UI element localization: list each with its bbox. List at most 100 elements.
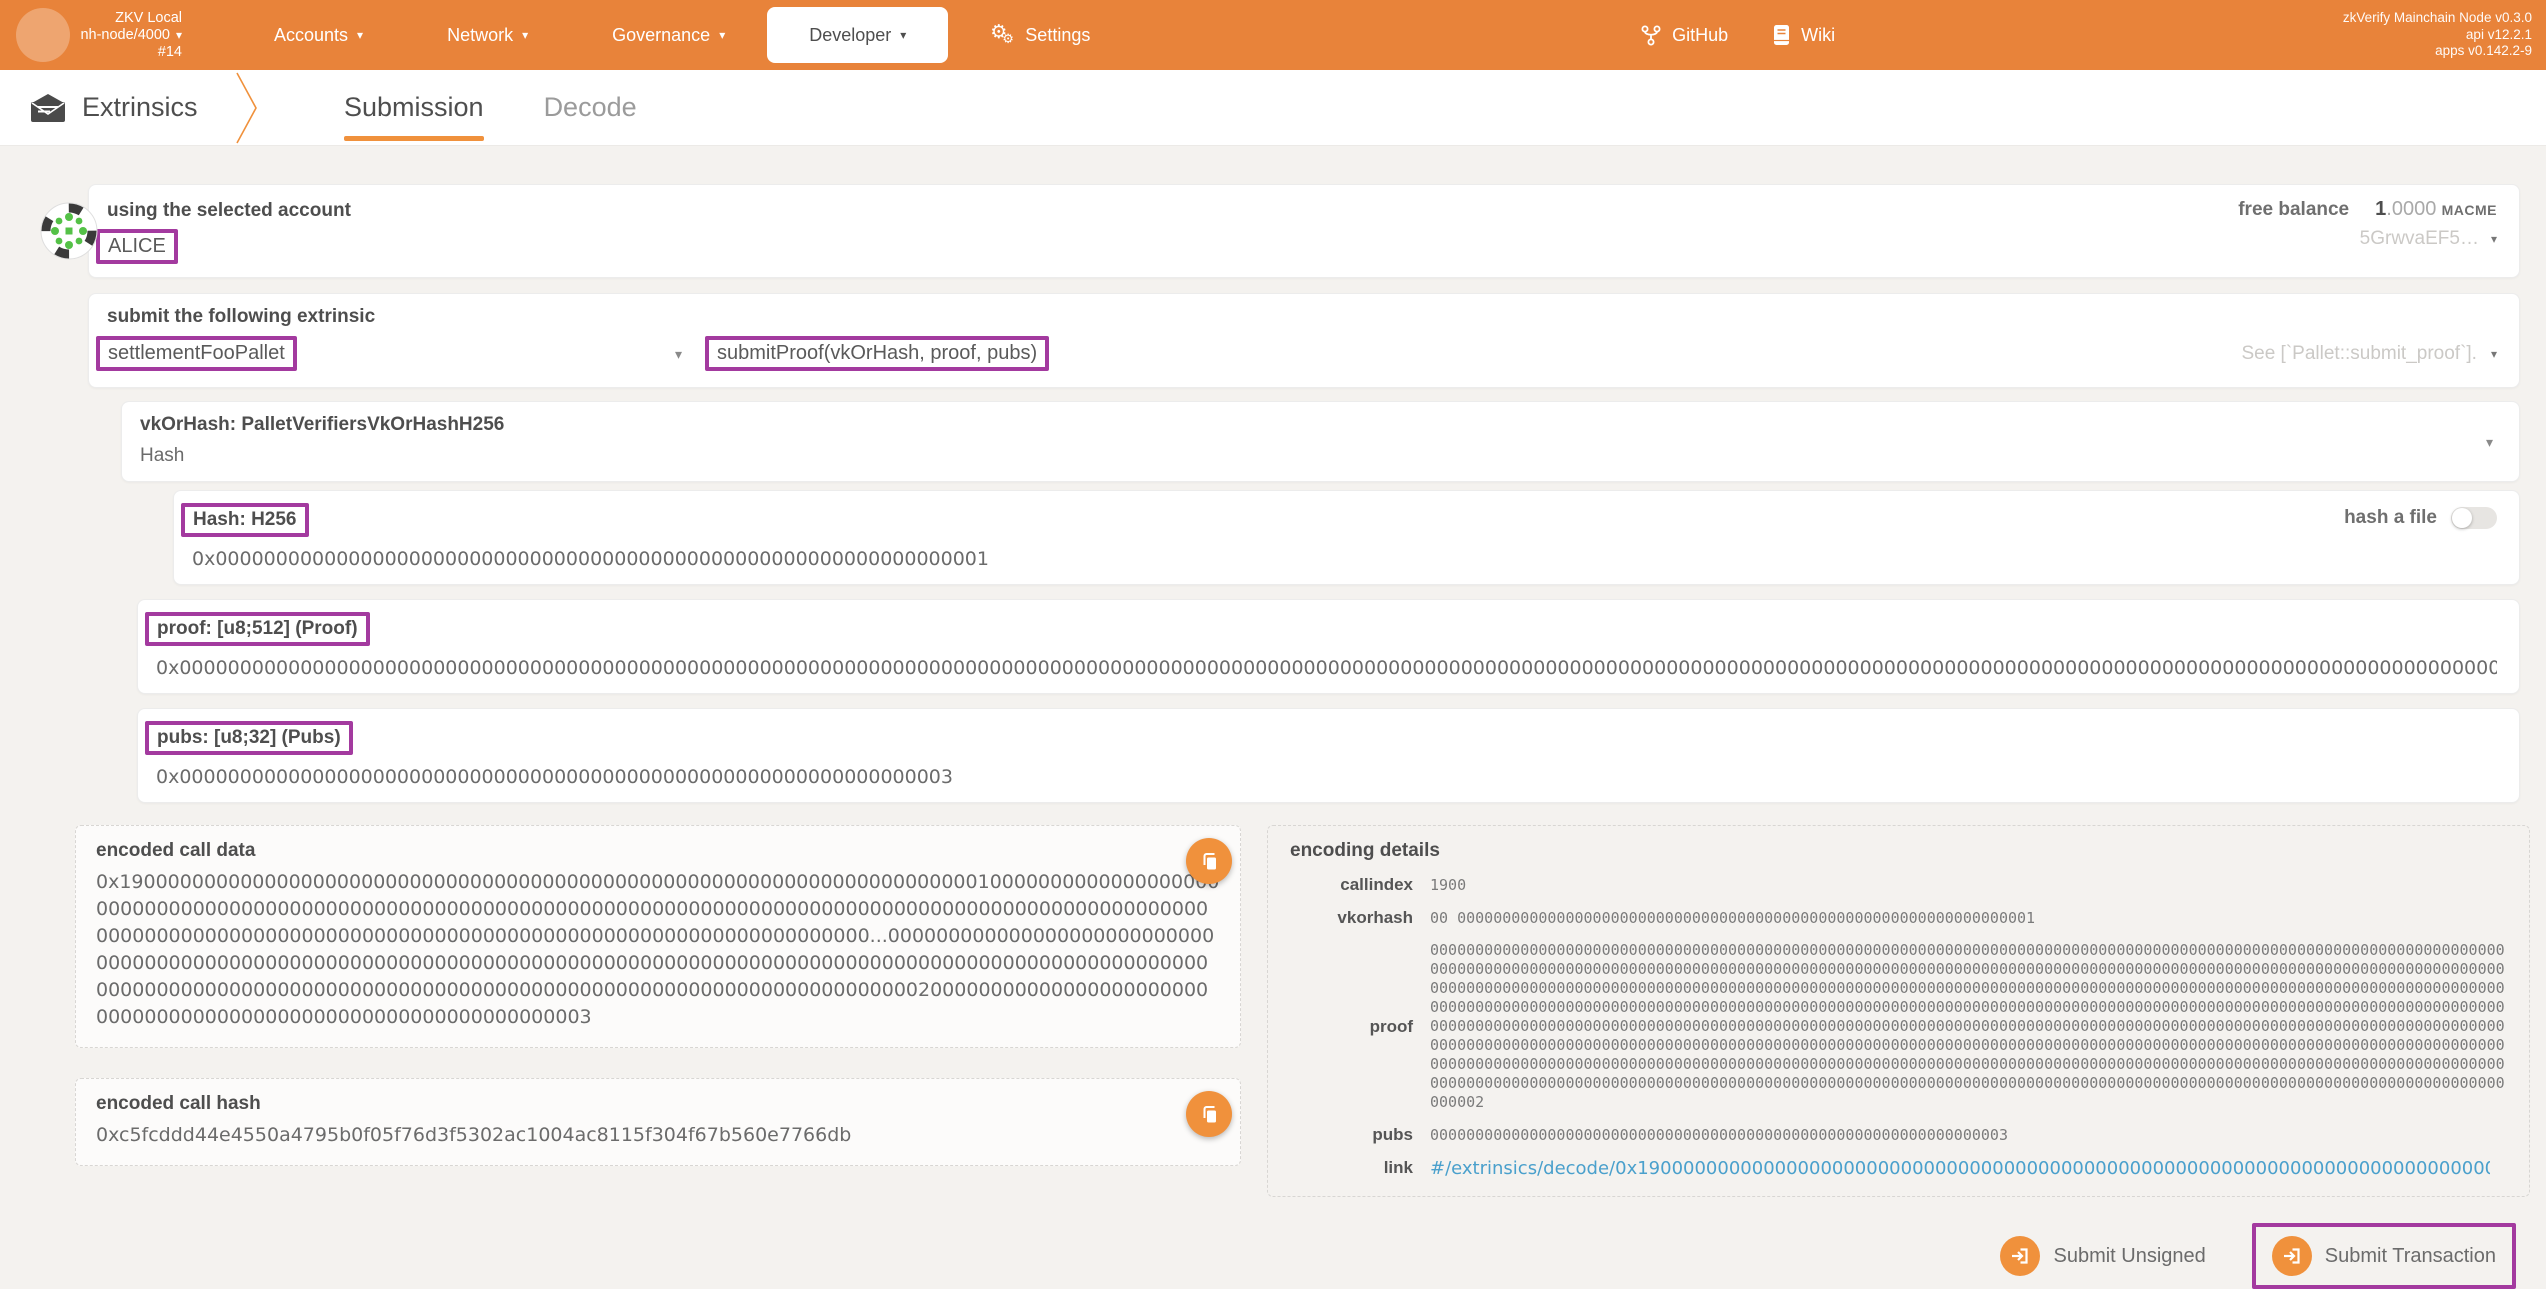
encoding-row-value: 0000000000000000000000000000000000000000…: [1430, 941, 2505, 1111]
tab-decode[interactable]: Decode: [514, 70, 667, 145]
apps-version: apps v0.142.2-9: [2435, 43, 2532, 59]
submit-transaction-highlight: Submit Transaction: [2251, 1223, 2516, 1289]
account-selector[interactable]: using the selected account ALICE free ba…: [88, 184, 2520, 278]
balance-unit: MACME: [2441, 202, 2497, 218]
chevron-down-icon: ▾: [719, 28, 726, 42]
menu-governance[interactable]: Governance ▾: [570, 0, 767, 70]
envelope-icon: [31, 93, 65, 122]
node-version: zkVerify Mainchain Node v0.3.0: [2342, 10, 2532, 26]
version-info: zkVerify Mainchain Node v0.3.0 api v12.2…: [2343, 0, 2546, 70]
balance-fraction: .0000: [2386, 198, 2437, 220]
param-vkorhash-value: Hash: [140, 445, 185, 466]
menu-settings[interactable]: ⚙ ⚙ Settings: [948, 0, 1132, 70]
submit-unsigned-button[interactable]: Submit Unsigned: [2000, 1236, 2206, 1276]
gears-icon: ⚙ ⚙: [990, 22, 1014, 46]
tab-decode-label: Decode: [543, 92, 637, 122]
account-balance: free balance 1.0000 MACME 5GrwvaEF5… ▾: [2238, 198, 2497, 264]
account-selector-label: using the selected account: [107, 200, 351, 221]
chevron-down-icon[interactable]: ▾: [675, 347, 682, 361]
app-logo[interactable]: [16, 8, 70, 62]
extrinsic-label: submit the following extrinsic: [107, 306, 376, 327]
wiki-link-label: Wiki: [1801, 24, 1836, 45]
api-version: api v12.2.1: [2465, 26, 2532, 42]
action-buttons: Submit Unsigned Submit Transaction: [52, 1223, 2516, 1289]
menu-developer-label: Developer: [809, 24, 892, 45]
menu-accounts-label: Accounts: [274, 24, 349, 45]
decode-link[interactable]: #/extrinsics/decode/0x190000000000000000…: [1430, 1159, 2490, 1178]
menu-network-label: Network: [447, 24, 514, 45]
param-proof-input[interactable]: 0x00000000000000000000000000000000000000…: [156, 657, 2497, 679]
param-hash-label: Hash: H256: [181, 503, 309, 537]
github-link[interactable]: GitHub: [1618, 24, 1750, 46]
submit-unsigned-label: Submit Unsigned: [2053, 1244, 2206, 1267]
encoding-row-value: 00 0000000000000000000000000000000000000…: [1430, 908, 2036, 927]
pallet-select[interactable]: settlementFooPallet ▾: [96, 336, 682, 371]
encoding-row-callindex: callindex 1900: [1290, 875, 2507, 895]
chevron-down-icon: ▾: [175, 28, 182, 42]
param-pubs: pubs: [u8;32] (Pubs) 0x00000000000000000…: [137, 708, 2520, 803]
selected-pallet[interactable]: settlementFooPallet: [96, 336, 297, 371]
encoding-row-value: 0000000000000000000000000000000000000000…: [1430, 1125, 2008, 1144]
encoding-row-label: vkorhash: [1337, 908, 1413, 927]
menu-settings-label: Settings: [1025, 24, 1091, 45]
method-select[interactable]: submitProof(vkOrHash, proof, pubs): [705, 336, 1050, 371]
copy-call-hash-button[interactable]: [1186, 1091, 1232, 1137]
encoded-call-hash-title: encoded call hash: [96, 1093, 261, 1114]
encoded-output-section: encoded call data 0x19000000000000000000…: [75, 825, 2530, 1197]
top-navigation-bar: ZKV Local nh-node/4000 ▾ #14 Accounts ▾ …: [0, 0, 2546, 70]
sign-in-icon: [2283, 1248, 2300, 1264]
section-title: Extrinsics: [0, 70, 235, 145]
param-proof: proof: [u8;512] (Proof) 0x00000000000000…: [137, 599, 2520, 694]
encoding-details-card: encoding details callindex 1900 vkorhash…: [1267, 825, 2530, 1197]
encoding-row-label: proof: [1369, 1016, 1413, 1036]
copy-icon: [1203, 853, 1216, 870]
free-balance-label: free balance: [2238, 199, 2350, 220]
tabs: Submission Decode: [314, 70, 667, 145]
block-number: #14: [157, 43, 182, 60]
menu-governance-label: Governance: [612, 24, 711, 45]
main-menu: Accounts ▾ Network ▾ Governance ▾ Develo…: [232, 0, 1132, 70]
account-section: using the selected account ALICE free ba…: [40, 184, 2520, 278]
chevron-down-icon: ▾: [357, 28, 364, 42]
encoding-row-proof: proof 0000000000000000000000000000000000…: [1290, 941, 2507, 1112]
menu-developer[interactable]: Developer ▾: [767, 7, 949, 63]
menu-accounts[interactable]: Accounts ▾: [232, 0, 405, 70]
extrinsic-selection: submit the following extrinsic settlemen…: [88, 293, 2520, 388]
hash-a-file-toggle[interactable]: [2451, 507, 2497, 529]
encoding-row-link: link #/extrinsics/decode/0x1900000000000…: [1290, 1158, 2507, 1178]
param-hash: Hash: H256 hash a file 0x000000000000000…: [173, 490, 2520, 585]
submit-transaction-button[interactable]: Submit Transaction: [2271, 1236, 2496, 1276]
param-pubs-input[interactable]: 0x00000000000000000000000000000000000000…: [156, 766, 2497, 788]
param-proof-label: proof: [u8;512] (Proof): [145, 612, 370, 646]
encoding-row-pubs: pubs 00000000000000000000000000000000000…: [1290, 1125, 2507, 1145]
selected-account-name[interactable]: ALICE: [96, 229, 178, 264]
sign-in-icon: [2012, 1248, 2029, 1264]
menu-network[interactable]: Network ▾: [405, 0, 570, 70]
selected-method[interactable]: submitProof(vkOrHash, proof, pubs): [705, 336, 1050, 371]
encoded-call-hash-value: 0xc5fcddd44e4550a4795b0f05f76d3f5302ac10…: [96, 1124, 852, 1146]
chevron-down-icon[interactable]: ▾: [2491, 348, 2497, 360]
submit-transaction-label: Submit Transaction: [2324, 1244, 2496, 1267]
chevron-down-icon: ▾: [900, 28, 907, 42]
chevron-down-icon: ▾: [522, 28, 529, 42]
encoding-row-label: callindex: [1340, 875, 1413, 894]
wiki-link[interactable]: Wiki: [1750, 24, 1857, 46]
method-doc: See [`Pallet::submit_proof`]. ▾: [2241, 343, 2497, 365]
param-vkorhash[interactable]: vkOrHash: PalletVerifiersVkOrHashH256 Ha…: [121, 401, 2520, 482]
method-doc-text: See [`Pallet::submit_proof`].: [2241, 342, 2477, 364]
node-endpoint: nh-node/4000: [80, 26, 170, 43]
book-icon: [1774, 25, 1790, 45]
chevron-separator-icon: [236, 72, 257, 143]
network-switcher[interactable]: ZKV Local nh-node/4000 ▾ #14: [70, 0, 190, 70]
chevron-down-icon[interactable]: ▾: [2491, 233, 2497, 245]
encoding-details-title: encoding details: [1290, 840, 1440, 861]
encoded-call-data-title: encoded call data: [96, 840, 256, 861]
extrinsics-submission-page: using the selected account ALICE free ba…: [0, 146, 2546, 1289]
param-hash-input[interactable]: 0x00000000000000000000000000000000000000…: [192, 548, 2497, 570]
tab-submission[interactable]: Submission: [314, 70, 514, 145]
account-identicon: [40, 202, 98, 260]
param-pubs-label: pubs: [u8;32] (Pubs): [145, 721, 353, 755]
encoded-call-data-card: encoded call data 0x19000000000000000000…: [75, 825, 1241, 1048]
chevron-down-icon[interactable]: ▾: [2486, 435, 2493, 449]
copy-call-data-button[interactable]: [1186, 838, 1232, 884]
